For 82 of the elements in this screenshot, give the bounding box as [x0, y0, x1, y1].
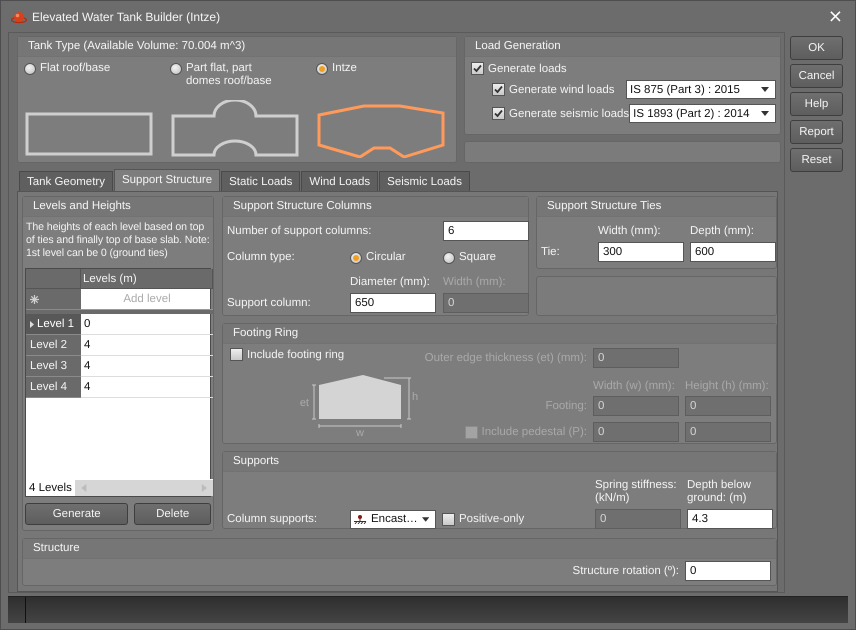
caret-icon: [761, 87, 769, 92]
radio-button[interactable]: [350, 252, 362, 264]
action-button[interactable]: Generate: [25, 503, 128, 525]
current-row-icon: [30, 320, 34, 328]
table-cell[interactable]: 4: [81, 377, 213, 398]
group-header: Support Structure Ties: [537, 197, 776, 217]
radio-button[interactable]: [316, 63, 328, 75]
group-header: Footing Ring: [223, 324, 776, 344]
dialog-button[interactable]: OK: [790, 36, 843, 60]
tab[interactable]: Static Loads: [221, 171, 300, 191]
checkbox-label[interactable]: Generate loads: [488, 62, 567, 74]
group-header: Support Structure Columns: [223, 197, 528, 217]
column-header: Depth (mm):: [690, 225, 755, 239]
dialog-button[interactable]: Report: [790, 120, 843, 144]
radio-button[interactable]: [443, 252, 455, 264]
tab[interactable]: Tank Geometry: [19, 171, 113, 191]
checkbox[interactable]: [492, 107, 505, 120]
row-header[interactable]: Level 4: [26, 377, 81, 398]
dialog-button[interactable]: Help: [790, 92, 843, 116]
group-header: Supports: [223, 452, 776, 472]
note-text: The heights of each level based on top of ties and finally top of base slab. Note: 1st level can be 0 (ground ties): [25, 221, 211, 260]
checkbox-label[interactable]: Generate seismic loads: [509, 108, 630, 120]
column-header: Levels (m): [81, 269, 213, 289]
action-button[interactable]: Delete: [134, 503, 211, 525]
field-label: Support column:: [227, 297, 312, 309]
table-cell[interactable]: 4: [81, 356, 213, 377]
checkbox[interactable]: [492, 83, 505, 96]
column-header: Spring stiffness: (kN/m): [595, 479, 678, 506]
row-header[interactable]: Level 3: [26, 356, 81, 377]
radio-label[interactable]: Flat roof/base: [40, 62, 110, 75]
input-field[interactable]: 650: [350, 293, 436, 313]
input-field[interactable]: 600: [690, 242, 776, 262]
column-header: Width (mm):: [598, 225, 662, 239]
field-label: Column supports:: [227, 513, 318, 525]
checkbox[interactable]: [471, 62, 484, 75]
levels-grid[interactable]: Levels (m) Add level Level 1 0 Level 2 4 Level 3 4 Level 4 4 4 Levels: [25, 268, 211, 497]
group-header: Levels and Heights: [23, 197, 213, 217]
radio-label[interactable]: Part flat, part domes roof/base: [186, 62, 278, 88]
group-header: Tank Type (Available Volume: 70.004 m^3): [18, 37, 456, 57]
radio-label[interactable]: Circular: [366, 250, 406, 264]
group-header: Structure: [23, 539, 776, 559]
checkbox[interactable]: [442, 512, 455, 526]
caret-icon: [422, 516, 429, 522]
new-row-icon: [30, 294, 39, 304]
row-header[interactable]: Level 2: [26, 335, 81, 356]
tab[interactable]: Wind Loads: [301, 171, 378, 191]
tab[interactable]: Seismic Loads: [379, 171, 470, 191]
input-field[interactable]: 4.3: [687, 509, 773, 529]
row-count: 4 Levels: [28, 482, 73, 494]
input-field[interactable]: 6: [443, 221, 529, 241]
radio-label[interactable]: Intze: [332, 62, 357, 75]
column-header: Depth below ground: (m): [687, 479, 752, 506]
field-label: Tie:: [541, 246, 561, 258]
field-label: Number of support columns:: [227, 225, 372, 237]
tab[interactable]: Support Structure: [114, 169, 220, 192]
checkbox-label[interactable]: Positive-only: [459, 513, 524, 525]
radio-button[interactable]: [170, 63, 182, 75]
window-title: Elevated Water Tank Builder (Intze): [32, 10, 220, 24]
radio-button[interactable]: [24, 63, 36, 75]
grid-header-cell: [26, 269, 81, 289]
dialog-button[interactable]: Reset: [790, 148, 843, 172]
caret-icon: [761, 111, 769, 116]
radio-label[interactable]: Square: [459, 250, 496, 264]
checkbox-label[interactable]: Generate wind loads: [509, 84, 614, 96]
support-icon: [353, 514, 367, 524]
table-cell[interactable]: 4: [81, 335, 213, 356]
checkbox[interactable]: [230, 348, 243, 361]
close-button[interactable]: ×: [824, 8, 847, 26]
field-label: Column type:: [227, 251, 296, 263]
checkbox-label[interactable]: Include footing ring: [247, 348, 344, 360]
dialog-button[interactable]: Cancel: [790, 64, 843, 88]
input-field[interactable]: 300: [598, 242, 684, 262]
table-cell[interactable]: 0: [81, 314, 213, 335]
dropdown[interactable]: Encast…: [350, 510, 436, 528]
row-header[interactable]: Level 1: [26, 314, 81, 335]
field-label: Structure rotation (º):: [572, 565, 679, 577]
dropdown[interactable]: IS 1893 (Part 2) : 2014: [629, 104, 776, 123]
column-header: Diameter (mm):: [350, 276, 431, 290]
app-icon: [11, 10, 27, 24]
dropdown[interactable]: IS 875 (Part 3) : 2015: [626, 80, 776, 99]
input-field[interactable]: 0: [685, 561, 771, 581]
group-header: Load Generation: [465, 37, 780, 57]
